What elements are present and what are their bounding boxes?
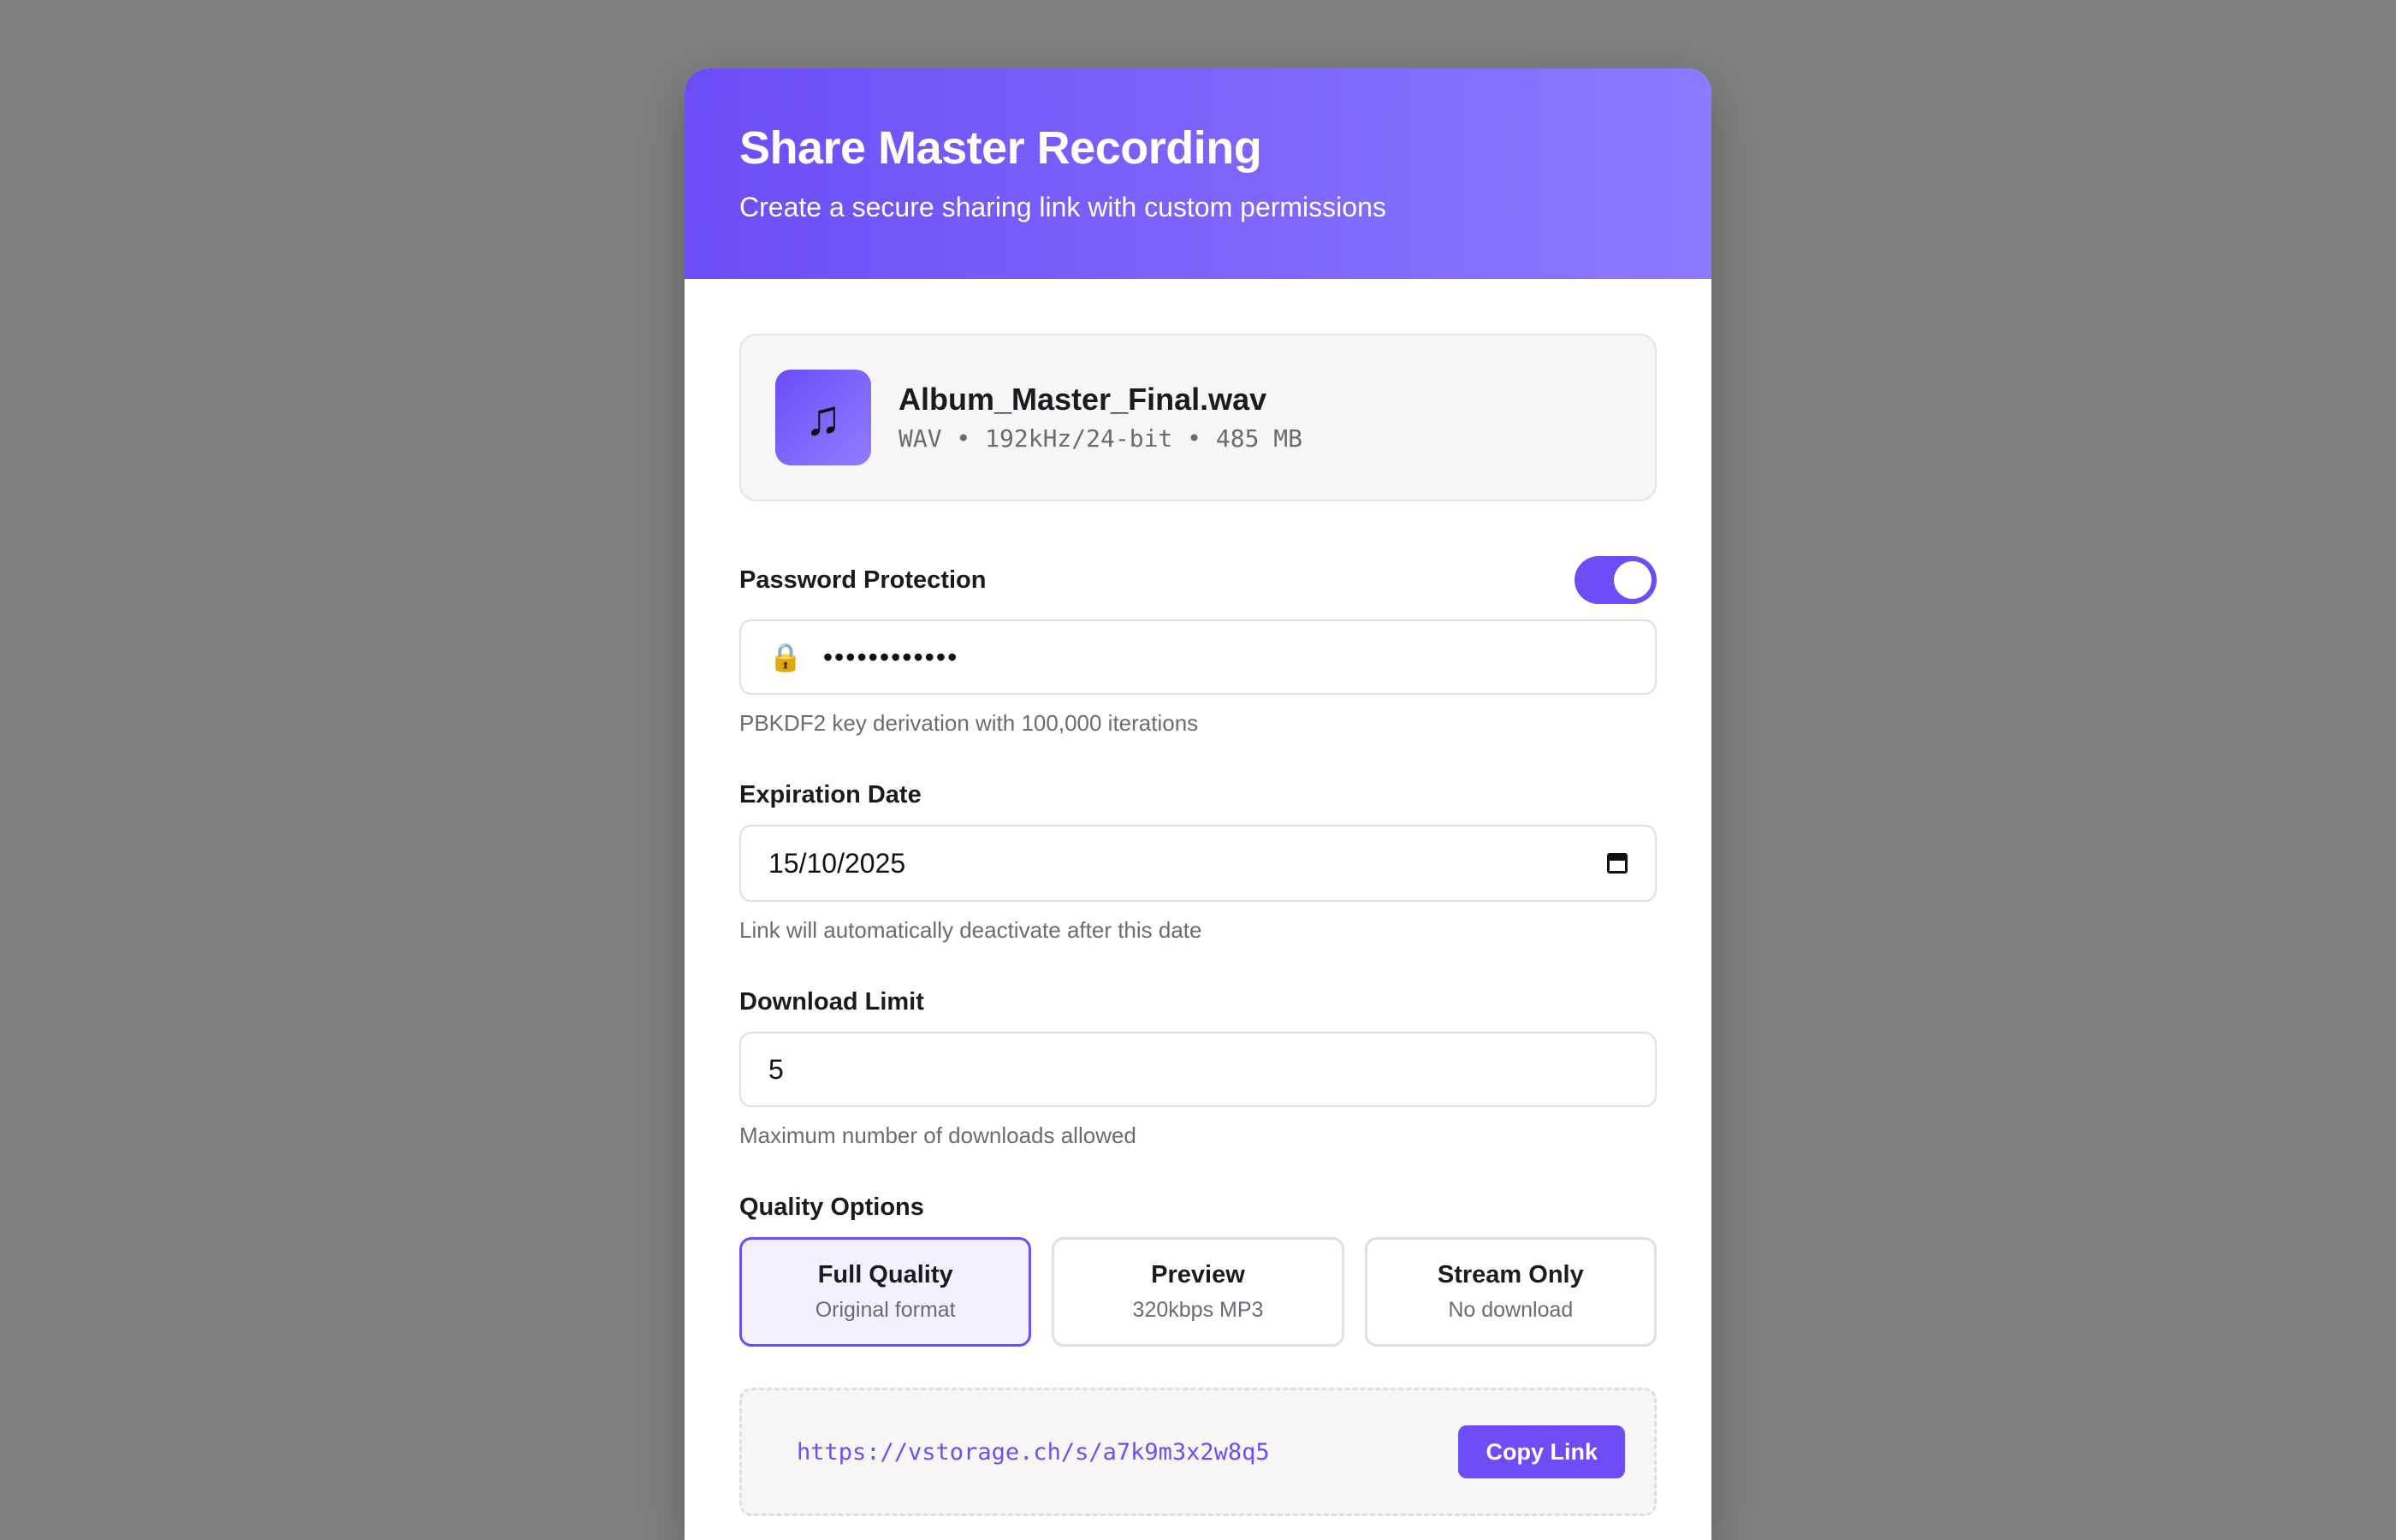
password-input[interactable]: 🔒 •••••••••••• bbox=[739, 619, 1657, 695]
file-meta: WAV • 192kHz/24-bit • 485 MB bbox=[898, 424, 1303, 453]
password-protection-row: Password Protection bbox=[739, 556, 1657, 604]
toggle-knob bbox=[1614, 561, 1652, 599]
file-info: Album_Master_Final.wav WAV • 192kHz/24-b… bbox=[898, 382, 1302, 453]
expiration-date-label: Expiration Date bbox=[739, 781, 922, 808]
download-limit-input[interactable]: 5 bbox=[739, 1032, 1657, 1107]
lock-icon: 🔒 bbox=[768, 642, 803, 672]
quality-option-preview[interactable]: Preview 320kbps MP3 bbox=[1052, 1237, 1344, 1347]
quality-option-subtitle: No download bbox=[1448, 1298, 1574, 1322]
modal-header: Share Master Recording Create a secure s… bbox=[685, 68, 1711, 279]
expiration-date-value: 15/10/2025 bbox=[768, 847, 906, 879]
modal-title: Share Master Recording bbox=[739, 122, 1262, 174]
quality-option-title: Stream Only bbox=[1437, 1261, 1584, 1288]
expiration-hint: Link will automatically deactivate after… bbox=[739, 917, 1202, 943]
password-protection-label: Password Protection bbox=[739, 566, 987, 594]
share-link-url[interactable]: https://vstorage.ch/s/a7k9m3x2w8q5 bbox=[797, 1439, 1270, 1466]
password-hint: PBKDF2 key derivation with 100,000 itera… bbox=[739, 710, 1199, 736]
quality-option-subtitle: Original format bbox=[815, 1298, 956, 1322]
quality-options: Full Quality Original format Preview 320… bbox=[739, 1237, 1657, 1347]
music-note-icon: ♫ bbox=[775, 370, 871, 465]
share-link-box: https://vstorage.ch/s/a7k9m3x2w8q5 Copy … bbox=[739, 1388, 1657, 1516]
quality-option-title: Full Quality bbox=[817, 1261, 953, 1288]
expiration-date-input[interactable]: 15/10/2025 bbox=[739, 825, 1657, 902]
password-protection-toggle[interactable] bbox=[1575, 556, 1657, 604]
quality-options-label: Quality Options bbox=[739, 1194, 924, 1221]
file-card: ♫ Album_Master_Final.wav WAV • 192kHz/24… bbox=[739, 334, 1657, 501]
copy-link-button[interactable]: Copy Link bbox=[1458, 1425, 1625, 1478]
quality-option-full[interactable]: Full Quality Original format bbox=[739, 1237, 1032, 1347]
download-limit-value: 5 bbox=[768, 1053, 784, 1085]
quality-option-title: Preview bbox=[1151, 1261, 1245, 1288]
password-value: •••••••••••• bbox=[822, 641, 959, 672]
modal-subtitle: Create a secure sharing link with custom… bbox=[739, 192, 1386, 222]
calendar-icon[interactable] bbox=[1607, 853, 1628, 874]
file-name: Album_Master_Final.wav bbox=[898, 381, 1267, 417]
quality-option-subtitle: 320kbps MP3 bbox=[1132, 1298, 1264, 1322]
download-limit-hint: Maximum number of downloads allowed bbox=[739, 1122, 1136, 1148]
download-limit-label: Download Limit bbox=[739, 988, 924, 1016]
share-modal: Share Master Recording Create a secure s… bbox=[685, 68, 1711, 1540]
modal-body: ♫ Album_Master_Final.wav WAV • 192kHz/24… bbox=[685, 279, 1711, 1540]
quality-option-stream[interactable]: Stream Only No download bbox=[1364, 1237, 1657, 1347]
